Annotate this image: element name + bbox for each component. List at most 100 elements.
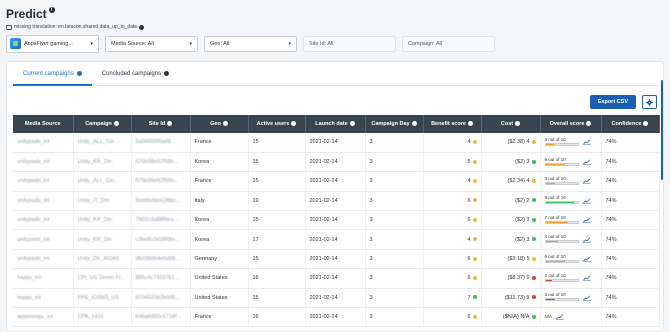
cell-launch: 2021-02-14 (305, 288, 366, 309)
trend-chart-icon[interactable] (582, 198, 591, 204)
column-header[interactable]: Site Id (131, 115, 191, 133)
benefit-value: 6 (467, 217, 471, 224)
geo-select[interactable]: Geo: All ▾ (204, 35, 297, 52)
overall-score-fill (545, 183, 556, 185)
cell-site: d5038d64e5d98... (131, 249, 191, 270)
status-dot (472, 237, 477, 242)
cell-confidence: 74% (601, 249, 660, 270)
column-header[interactable]: Geo (190, 115, 249, 133)
column-header[interactable]: Benefit score (423, 115, 482, 133)
trend-chart-icon[interactable] (582, 178, 591, 185)
column-header[interactable]: Launch date (305, 115, 366, 133)
cell-confidence: 74% (601, 307, 660, 328)
status-dot (472, 295, 477, 300)
trend-chart-icon[interactable] (582, 295, 591, 301)
app-select[interactable]: AppsFlyer gaming... ▾ (6, 34, 99, 53)
trend-chart-icon[interactable] (582, 217, 591, 224)
cell-geo: United States (190, 268, 249, 289)
cost-value: ($8.37) 9 (507, 275, 530, 282)
column-header-label: Cost (500, 121, 514, 127)
benefit-value: 6 (467, 314, 471, 321)
campaigns-table-wrap: Media Source Campaign Site Id Geo Active use… (13, 115, 660, 328)
table-row[interactable]: unitypads_int Unity_KR_Din c3be8c0d38f0fe.… (13, 229, 660, 250)
status-dot (472, 275, 477, 280)
tab-bar: Current campaigns Concluded campaigns (7, 62, 663, 86)
settings-button[interactable] (642, 95, 657, 109)
trend-chart-icon[interactable] (582, 256, 591, 262)
cell-day: 3 (365, 171, 424, 192)
cell-site: 646a6d55c5718f... (131, 307, 191, 328)
cell-benefit: 7 (423, 288, 482, 309)
overall-score-fill (545, 241, 559, 243)
overall-score-bar (544, 182, 579, 186)
cell-campaign: Unity_ALL_Glo... (73, 171, 132, 192)
column-header[interactable]: Overall score (540, 115, 602, 133)
geo-value: Geo: All (210, 40, 230, 47)
column-header[interactable]: Campaign (73, 115, 132, 133)
cell-campaign: CPA_1415 (73, 307, 132, 328)
cell-campaign: Unity_KR_Din (73, 229, 132, 250)
table-row[interactable]: unitypads_int Unity_DE_ROAS d5038d64e5d98.… (13, 249, 660, 270)
media-source-select[interactable]: Media Source: All ▾ (105, 35, 198, 52)
info-icon (222, 121, 228, 127)
status-dot (531, 198, 536, 203)
header: Predict i (6, 6, 664, 22)
chevron-down-icon: ▾ (288, 40, 291, 47)
benefit-value: 4 (467, 139, 471, 146)
cell-day: 3 (365, 133, 424, 153)
info-icon (467, 121, 473, 127)
status-dot (531, 159, 536, 164)
column-header[interactable]: Confidence (601, 115, 660, 133)
cell-users: 15 (248, 249, 306, 270)
overall-score-text: 3 out of 10 (544, 136, 566, 142)
cell-media: unitypads_int (13, 249, 74, 270)
trend-chart-icon[interactable] (556, 314, 564, 320)
table-row[interactable]: unitypads_int Unity_ALL_Glo... 5a04605f9a4… (13, 133, 660, 153)
site-id-select[interactable]: Site Id: All (303, 35, 396, 52)
overall-score-fill (545, 260, 565, 262)
info-icon[interactable] (139, 24, 145, 30)
column-header[interactable]: Media Source (13, 115, 74, 133)
column-header-label: Geo (210, 121, 221, 127)
cell-campaign: Unity_KR_Din (73, 152, 132, 173)
cell-campaign: Unity_IT_Din (73, 191, 132, 212)
table-row[interactable]: unitypads_int Unity_ALL_Glo... 676b99e92f9… (13, 171, 660, 192)
trend-chart-icon[interactable] (582, 139, 591, 146)
tab-current-campaigns[interactable]: Current campaigns (13, 62, 92, 86)
trend-chart-icon[interactable] (582, 159, 591, 166)
table-row[interactable]: happy_int PPE_iOSNS_US 8794033d2b9d6... Uni… (13, 288, 660, 309)
cost-value: ($2) 2 (515, 197, 530, 204)
column-header[interactable]: Campaign Day (365, 115, 424, 133)
column-header[interactable]: Cost (481, 115, 541, 133)
table-header-row: Media Source Campaign Site Id Geo Active use… (13, 115, 660, 133)
trend-chart-icon[interactable] (582, 237, 591, 243)
table-row[interactable]: unitypads_int Unity_KR_Din 7902c3a88f9ea..… (13, 210, 660, 231)
cell-launch: 2021-02-14 (305, 307, 366, 328)
cell-benefit: 6 (423, 307, 482, 328)
column-header[interactable]: Active users (248, 115, 306, 133)
cell-overall-score: 2 out of 10 (540, 268, 602, 289)
export-csv-button[interactable]: Export CSV (589, 95, 636, 109)
chevron-down-icon: ▾ (90, 40, 93, 47)
cell-site: 676b99e92f98b... (131, 152, 191, 173)
cell-users: 16 (248, 268, 306, 289)
overall-score-bar (544, 201, 579, 205)
trend-chart-icon[interactable] (582, 275, 591, 282)
benefit-value: 7 (467, 294, 471, 301)
tab-concluded-campaigns[interactable]: Concluded campaigns (92, 62, 179, 85)
table-row[interactable]: unitypads_int Unity_IT_Din 5bdd6ddee2f8bc.… (13, 191, 660, 212)
info-icon[interactable]: i (48, 7, 55, 13)
campaign-select[interactable]: Campaign: All (402, 35, 495, 52)
cost-value: ($2.34) 4 (507, 178, 530, 185)
campaigns-table: Media Source Campaign Site Id Geo Active use… (13, 115, 660, 328)
overall-score-bar (544, 142, 579, 146)
overall-score-text: 2 out of 10 (544, 272, 566, 278)
table-row[interactable]: appsnoopy_int CPA_1415 646a6d55c5718f... Fr… (13, 307, 660, 328)
cell-users: 15 (248, 133, 306, 153)
table-row[interactable]: unitypads_int Unity_KR_Din 676b99e92f98b..… (13, 152, 660, 173)
benefit-value: 4 (467, 178, 471, 185)
cell-users: 16 (248, 307, 306, 328)
cell-cost: ($3.18) 5 (481, 249, 541, 270)
table-row[interactable]: happy_int CPI_US Green Fi... 885c4c74037b1… (13, 268, 660, 289)
scrollbar[interactable] (661, 80, 663, 180)
